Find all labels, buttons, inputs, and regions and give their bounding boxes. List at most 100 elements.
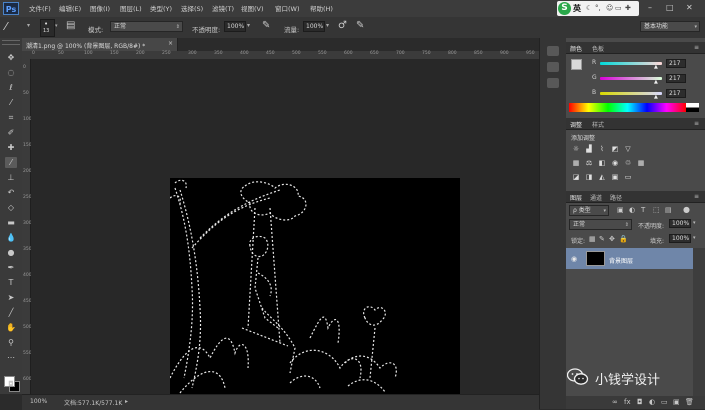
ime-language[interactable]: 英: [573, 3, 581, 14]
shape-tool-icon[interactable]: ╱: [5, 307, 17, 318]
color-balance-icon[interactable]: ⚖: [585, 160, 593, 167]
new-group-icon[interactable]: ▭: [661, 398, 668, 406]
color-lookup-icon[interactable]: ▦: [637, 160, 645, 167]
more-tools-icon[interactable]: ⋯: [5, 352, 17, 363]
g-slider[interactable]: [600, 77, 662, 80]
keyboard-icon[interactable]: ▭: [615, 4, 622, 12]
blur-tool-icon[interactable]: 💧: [5, 232, 17, 243]
menu-select[interactable]: 选择(S): [181, 3, 203, 13]
black-white-icon[interactable]: ◧: [598, 160, 606, 167]
properties-panel-icon[interactable]: [547, 62, 559, 72]
marquee-tool-icon[interactable]: ◌: [5, 67, 17, 78]
brush-panel-icon[interactable]: ▤: [66, 20, 75, 31]
pressure-size-icon[interactable]: ✎: [356, 20, 364, 31]
brush-tool-icon[interactable]: ⁄: [5, 157, 17, 168]
channel-mixer-icon[interactable]: ♲: [624, 160, 632, 167]
crop-tool-icon[interactable]: ⌗: [5, 112, 17, 123]
r-slider-thumb-icon[interactable]: ▲: [654, 64, 658, 70]
sogou-ime-icon[interactable]: S: [558, 2, 571, 15]
zoom-level[interactable]: 100%: [30, 398, 47, 405]
layer-name[interactable]: 背景图层: [609, 256, 633, 265]
new-adjustment-layer-icon[interactable]: ◐: [649, 398, 655, 406]
document-tab[interactable]: 潮清1.png @ 100% (背景图层, RGB/8#) * ×: [22, 38, 178, 51]
delete-layer-icon[interactable]: 🗑: [685, 398, 694, 406]
airbrush-icon[interactable]: ♂: [338, 20, 347, 31]
settings-icon[interactable]: ✚: [625, 4, 631, 12]
lock-all-icon[interactable]: 🔒: [619, 235, 628, 243]
emoji-icon[interactable]: ☺: [606, 4, 613, 12]
fx-icon[interactable]: fx: [624, 398, 631, 406]
menu-edit[interactable]: 编辑(E): [59, 3, 81, 13]
eyedropper-tool-icon[interactable]: ✐: [5, 127, 17, 138]
tab-color[interactable]: 颜色: [570, 44, 582, 53]
fill-arrow-icon[interactable]: ▾: [693, 235, 696, 241]
zoom-tool-icon[interactable]: ⚲: [5, 337, 17, 348]
info-panel-icon[interactable]: [547, 78, 559, 88]
menu-file[interactable]: 文件(F): [29, 3, 51, 13]
menu-help[interactable]: 帮助(H): [310, 3, 333, 13]
tab-styles[interactable]: 样式: [592, 120, 604, 129]
layer-filter-dropdown[interactable]: ρ 类型 ▾: [569, 205, 609, 216]
menu-window[interactable]: 窗口(W): [275, 3, 300, 13]
history-panel-icon[interactable]: [547, 46, 559, 56]
new-layer-icon[interactable]: ▣: [673, 398, 680, 406]
close-tab-icon[interactable]: ×: [168, 40, 173, 47]
layer-opacity-input[interactable]: 100%: [669, 219, 691, 228]
move-tool-icon[interactable]: ✥: [5, 52, 17, 63]
fill-input[interactable]: 100%: [669, 234, 691, 243]
r-slider[interactable]: [600, 62, 662, 65]
smart-object-filter-icon[interactable]: ▤: [665, 206, 672, 214]
opacity-input[interactable]: 100%: [224, 21, 246, 32]
curves-icon[interactable]: ⌇: [598, 146, 606, 153]
menu-view[interactable]: 视图(V): [241, 3, 264, 13]
document-canvas[interactable]: [170, 178, 460, 396]
pen-tool-icon[interactable]: ✒: [5, 262, 17, 273]
menu-filter[interactable]: 滤镜(T): [212, 3, 234, 13]
quick-select-tool-icon[interactable]: ⁄: [5, 97, 17, 108]
panel-menu-icon[interactable]: ≡: [694, 120, 699, 127]
quick-mask-icon[interactable]: ◘: [5, 379, 17, 390]
history-brush-tool-icon[interactable]: ↶: [5, 187, 17, 198]
flow-slider-arrow-icon[interactable]: ▾: [326, 22, 329, 29]
black-white-ramp[interactable]: [686, 103, 699, 112]
color-spectrum[interactable]: [569, 103, 686, 112]
levels-icon[interactable]: ▟: [585, 146, 593, 153]
lock-pixels-icon[interactable]: ✎: [599, 235, 605, 243]
brush-picker-arrow-icon[interactable]: ▾: [55, 23, 58, 29]
g-slider-thumb-icon[interactable]: ▲: [654, 79, 658, 85]
vibrance-icon[interactable]: ▽: [624, 146, 632, 153]
photo-filter-icon[interactable]: ◉: [611, 160, 619, 167]
pressure-opacity-icon[interactable]: ✎: [262, 20, 270, 31]
ime-toolbar[interactable]: S 英 ☾ °, ☺ ▭ ✚: [557, 1, 639, 16]
r-input[interactable]: 217: [666, 59, 686, 68]
pixel-filter-icon[interactable]: ▣: [617, 206, 624, 214]
selective-color-icon[interactable]: ▣: [611, 174, 619, 181]
hue-saturation-icon[interactable]: ▦: [572, 160, 580, 167]
eraser-tool-icon[interactable]: ◇: [5, 202, 17, 213]
threshold-icon[interactable]: ◭: [598, 174, 606, 181]
tab-channels[interactable]: 通道: [590, 193, 602, 202]
add-mask-icon[interactable]: ◘: [637, 398, 643, 406]
brush-tool-icon[interactable]: ⁄: [5, 20, 7, 33]
b-slider-thumb-icon[interactable]: ▲: [654, 94, 658, 100]
gradient-tool-icon[interactable]: ▬: [5, 217, 17, 228]
exposure-icon[interactable]: ◩: [611, 146, 619, 153]
close-button[interactable]: ✕: [686, 3, 693, 12]
blend-mode-dropdown[interactable]: 正常 ⇕: [569, 219, 632, 230]
opacity-slider-arrow-icon[interactable]: ▾: [247, 22, 250, 29]
panel-menu-icon[interactable]: ≡: [694, 193, 699, 200]
minimize-button[interactable]: –: [648, 3, 652, 12]
invert-icon[interactable]: ◪: [572, 174, 580, 181]
tab-paths[interactable]: 路径: [610, 193, 622, 202]
b-input[interactable]: 217: [666, 89, 686, 98]
tab-adjustments[interactable]: 调整: [570, 120, 582, 129]
toolbar-grip[interactable]: [2, 40, 20, 45]
path-selection-tool-icon[interactable]: ➤: [5, 292, 17, 303]
punctuation-icon[interactable]: °,: [595, 4, 601, 12]
status-menu-arrow-icon[interactable]: ▸: [125, 398, 128, 405]
healing-brush-tool-icon[interactable]: ✚: [5, 142, 17, 153]
link-layers-icon[interactable]: ∞: [612, 398, 618, 406]
adjustment-filter-icon[interactable]: ◐: [629, 206, 635, 214]
layer-thumbnail[interactable]: [586, 251, 605, 266]
menu-layer[interactable]: 图层(L): [120, 3, 142, 13]
